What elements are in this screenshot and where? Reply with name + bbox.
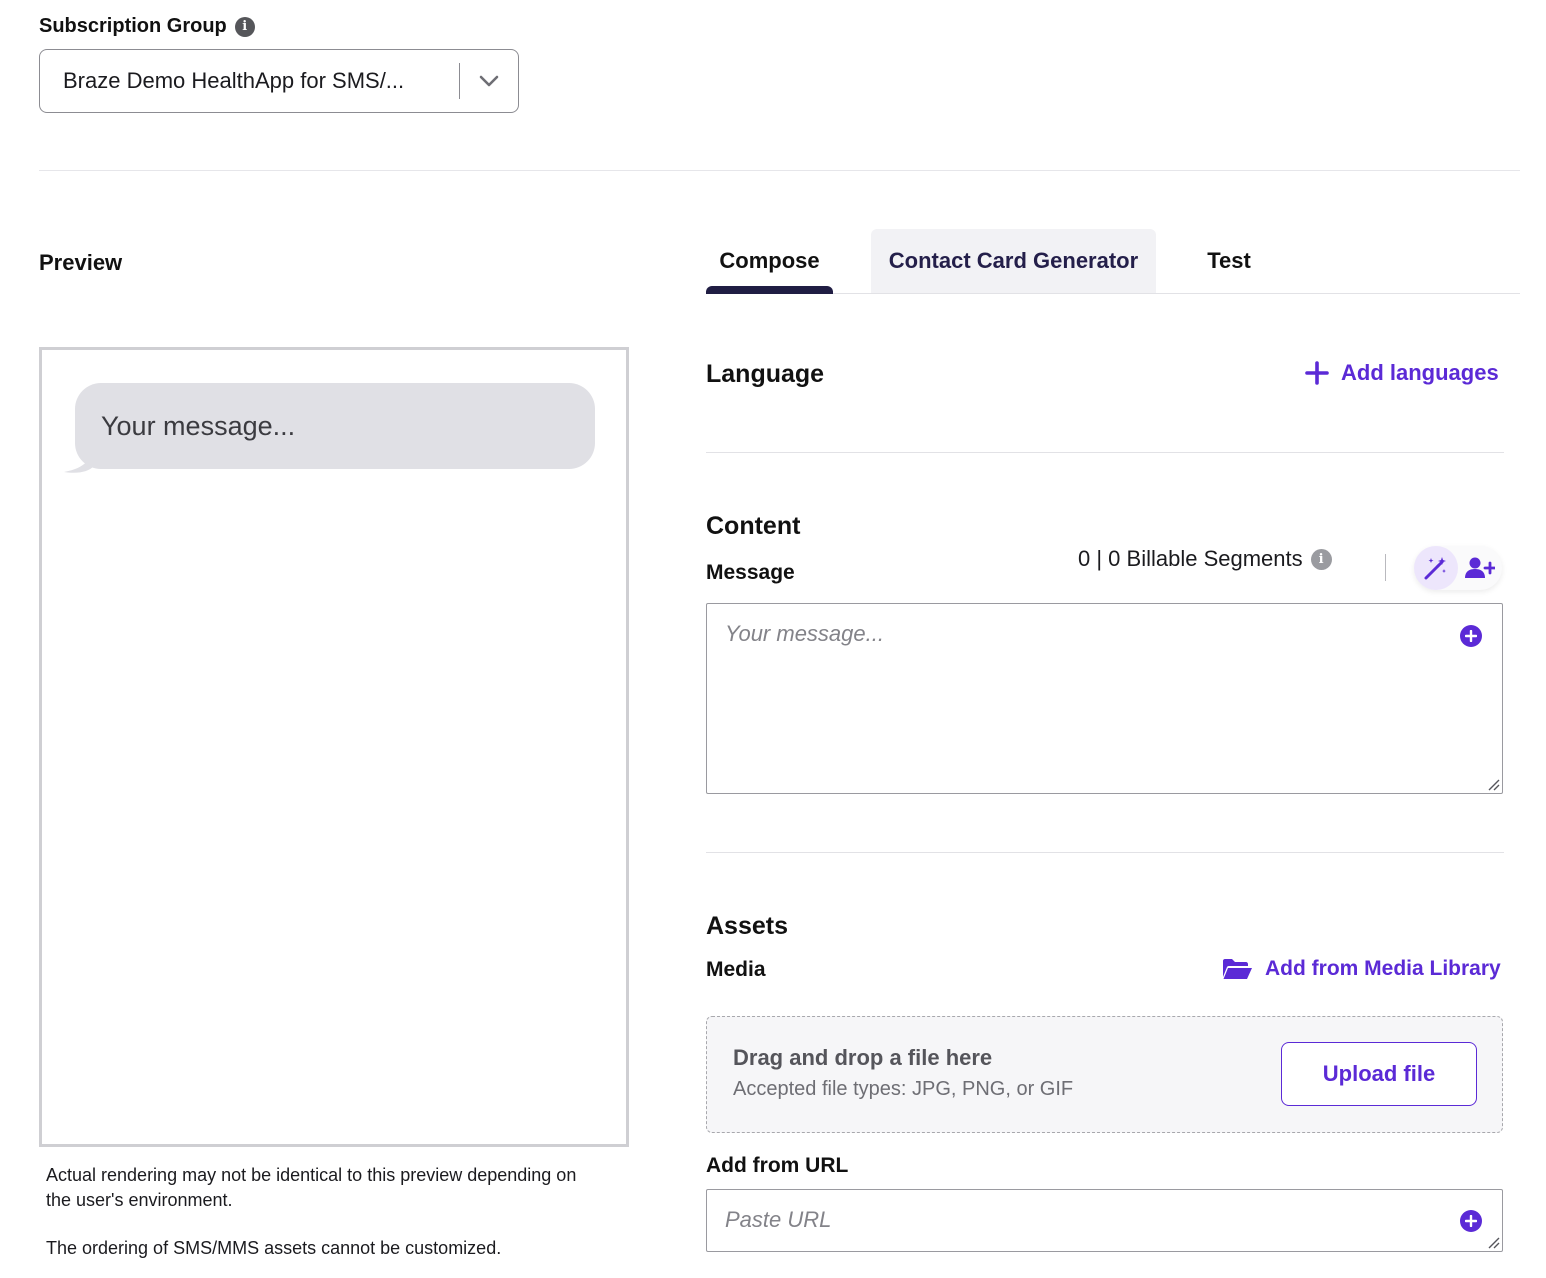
section-divider xyxy=(706,852,1504,853)
plus-icon xyxy=(1305,361,1329,385)
subscription-group-label: Subscription Group i xyxy=(39,15,255,38)
toolbar-divider xyxy=(1385,554,1386,581)
folder-open-icon xyxy=(1223,959,1252,979)
message-textarea[interactable]: Your message... xyxy=(706,603,1503,794)
section-divider xyxy=(706,452,1504,453)
add-from-media-library-button[interactable]: Add from Media Library xyxy=(1222,957,1501,981)
add-languages-button[interactable]: Add languages xyxy=(1305,360,1499,386)
media-library-label: Add from Media Library xyxy=(1265,957,1501,980)
language-title: Language xyxy=(706,360,825,388)
message-tools xyxy=(1414,546,1502,590)
add-from-url-label: Add from URL xyxy=(706,1154,849,1177)
subscription-group-value: Braze Demo HealthApp for SMS/... xyxy=(63,68,405,93)
file-dropzone[interactable]: Drag and drop a file here Accepted file … xyxy=(706,1016,1503,1133)
plus-circle-icon[interactable] xyxy=(1460,625,1482,647)
tab-contact-card-generator[interactable]: Contact Card Generator xyxy=(871,229,1156,293)
resize-handle-icon[interactable] xyxy=(1486,777,1500,791)
message-placeholder: Your message... xyxy=(725,621,884,646)
chevron-down-icon[interactable] xyxy=(460,50,518,112)
disclaimer-rendering: Actual rendering may not be identical to… xyxy=(46,1165,577,1210)
plus-circle-icon[interactable] xyxy=(1460,1210,1482,1232)
billable-segments-text: 0 | 0 Billable Segments xyxy=(1078,546,1303,571)
content-title: Content xyxy=(706,512,801,540)
message-bubble: Your message... xyxy=(75,383,595,469)
upload-file-button[interactable]: Upload file xyxy=(1281,1042,1477,1106)
resize-handle-icon[interactable] xyxy=(1486,1235,1500,1249)
dropzone-file-types: Accepted file types: JPG, PNG, or GIF xyxy=(733,1078,1074,1100)
billable-segments: 0 | 0 Billable Segments i xyxy=(1078,546,1332,572)
preview-disclaimer: Actual rendering may not be identical to… xyxy=(46,1163,606,1261)
add-user-icon[interactable] xyxy=(1458,546,1502,590)
url-input[interactable]: Paste URL xyxy=(706,1189,1503,1252)
preview-title: Preview xyxy=(39,250,123,275)
add-languages-label: Add languages xyxy=(1341,360,1499,385)
info-icon[interactable]: i xyxy=(1310,548,1332,570)
sms-preview-frame: Your message... xyxy=(39,347,629,1147)
message-label: Message xyxy=(706,561,795,584)
media-label: Media xyxy=(706,958,766,981)
subscription-group-select[interactable]: Braze Demo HealthApp for SMS/... xyxy=(39,49,519,113)
url-placeholder: Paste URL xyxy=(725,1207,832,1232)
info-icon[interactable]: i xyxy=(234,16,255,37)
tab-compose[interactable]: Compose xyxy=(706,229,833,294)
tab-test[interactable]: Test xyxy=(1194,229,1264,293)
magic-wand-icon[interactable] xyxy=(1414,546,1458,590)
assets-title: Assets xyxy=(706,912,788,940)
disclaimer-ordering: The ordering of SMS/MMS assets cannot be… xyxy=(46,1238,502,1258)
tab-bar: Compose Contact Card Generator Test xyxy=(706,229,1520,294)
section-divider xyxy=(39,170,1520,171)
dropzone-title: Drag and drop a file here xyxy=(733,1045,993,1070)
